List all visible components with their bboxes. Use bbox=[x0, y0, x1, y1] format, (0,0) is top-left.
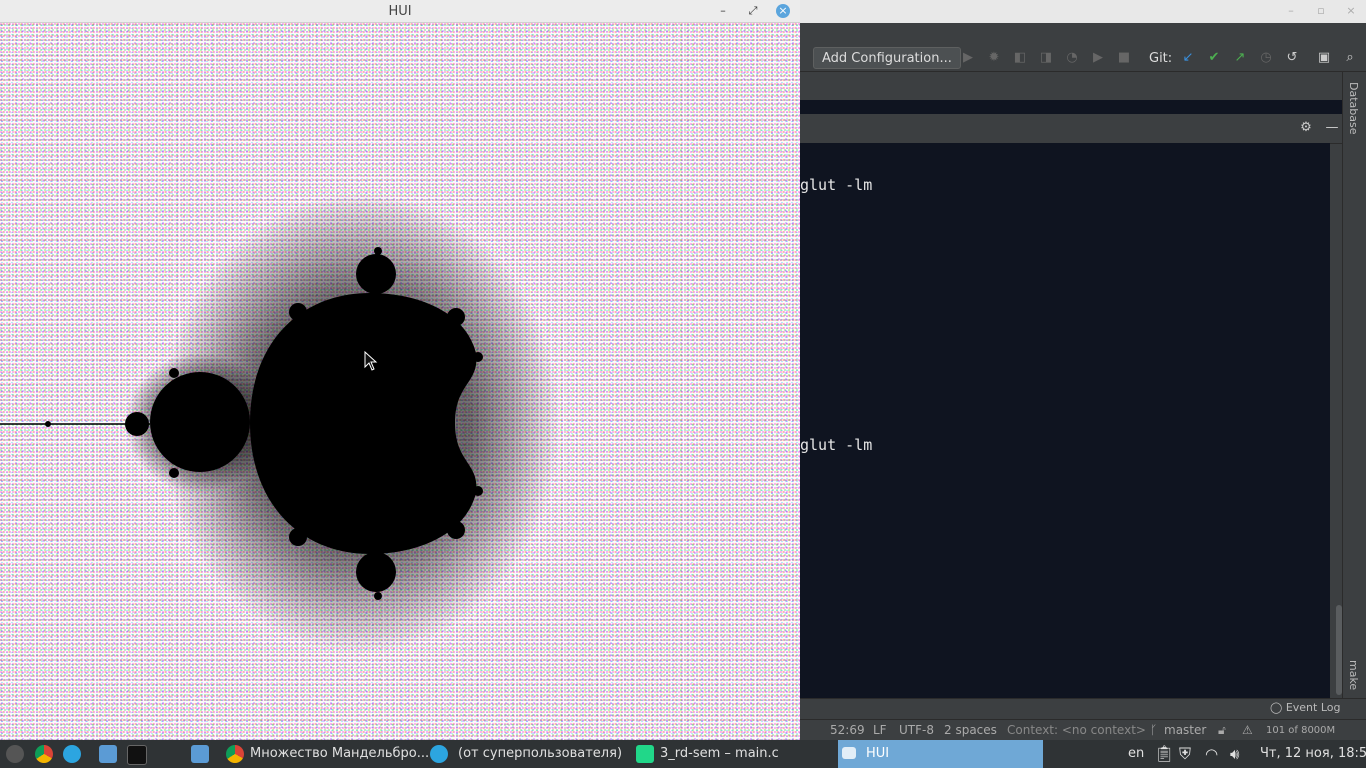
mouse-cursor-icon bbox=[364, 351, 378, 371]
status-bar: 52:69 LF UTF-8 2 spaces Context: <no con… bbox=[800, 719, 1366, 741]
shield-icon[interactable]: ⛨ bbox=[1179, 740, 1191, 768]
git-branch-icon: ᚴ bbox=[1150, 723, 1158, 737]
profile-icon[interactable]: ◨ bbox=[1038, 50, 1054, 66]
event-log-button[interactable]: ◯ Event Log bbox=[1270, 701, 1340, 714]
task-telegram[interactable]: (от суперпользователя) bbox=[428, 740, 628, 768]
taskbar: Множество Мандельбро... (от суперпользов… bbox=[0, 740, 1366, 768]
resume-icon[interactable]: ▶ bbox=[1090, 50, 1106, 66]
folder-icon[interactable] bbox=[99, 745, 117, 763]
run-icon[interactable]: ▶ bbox=[960, 50, 976, 66]
git-commit-icon[interactable]: ✔ bbox=[1206, 50, 1222, 66]
layout-icon[interactable]: ▣ bbox=[1316, 50, 1332, 66]
hui-title-bar[interactable]: HUI – ⤢ × bbox=[0, 0, 800, 23]
window-icon bbox=[842, 747, 856, 759]
context-indicator[interactable]: Context: <no context> bbox=[1007, 720, 1146, 741]
event-log-label: Event Log bbox=[1285, 701, 1341, 714]
git-update-icon[interactable]: ↙ bbox=[1180, 50, 1196, 66]
keyboard-layout[interactable]: en bbox=[1128, 740, 1144, 768]
task-hui[interactable]: HUI bbox=[838, 740, 1043, 768]
minimize-icon[interactable]: – bbox=[1284, 4, 1298, 18]
task-clion[interactable]: 3_rd-sem – main.c bbox=[634, 740, 834, 768]
chrome-icon bbox=[226, 745, 244, 763]
clipboard-icon[interactable]: 📋︎ bbox=[1154, 740, 1174, 768]
task-label: Множество Мандельбро... bbox=[250, 746, 430, 761]
task-label: 3_rd-sem – main.c bbox=[660, 746, 779, 761]
run-output: glut -lm glut -lm bbox=[800, 143, 1330, 698]
close-icon[interactable]: × bbox=[1344, 4, 1358, 18]
editor-area bbox=[800, 100, 1342, 114]
coverage-icon[interactable]: ◧ bbox=[1012, 50, 1028, 66]
ide-toolbar: Add Configuration... ▶ ✹ ◧ ◨ ◔ ▶ ■ Git: … bbox=[800, 23, 1366, 72]
line-ending[interactable]: LF bbox=[873, 720, 887, 741]
file-encoding[interactable]: UTF-8 bbox=[899, 720, 934, 741]
maximize-icon[interactable]: ▫ bbox=[1314, 4, 1328, 18]
window-title: HUI bbox=[388, 4, 412, 19]
minimize-icon[interactable]: – bbox=[716, 4, 730, 18]
rollback-icon[interactable]: ↺ bbox=[1284, 50, 1300, 66]
memory-indicator[interactable]: 101 of 8000M bbox=[1266, 720, 1335, 741]
chrome-icon[interactable] bbox=[35, 745, 53, 763]
task-label: (от суперпользователя) bbox=[458, 746, 623, 761]
right-tool-strip: Database make bbox=[1342, 72, 1366, 698]
database-panel-tab[interactable]: Database bbox=[1347, 82, 1360, 135]
history-icon[interactable]: ◷ bbox=[1258, 50, 1274, 66]
git-branch[interactable]: master bbox=[1164, 720, 1206, 741]
add-configuration-button[interactable]: Add Configuration... bbox=[813, 47, 961, 69]
telegram-icon bbox=[430, 745, 448, 763]
hui-window: HUI – ⤢ × bbox=[0, 0, 800, 740]
event-log-bar: ◯ Event Log bbox=[800, 698, 1366, 719]
terminal-icon[interactable] bbox=[127, 745, 147, 765]
editor-tabs-area bbox=[800, 72, 1342, 100]
clion-icon bbox=[636, 745, 654, 763]
run-panel-header: ⚙ — bbox=[800, 114, 1342, 144]
lock-icon[interactable]: 🔓︎ bbox=[1218, 720, 1226, 741]
inspection-icon[interactable]: ⚠ bbox=[1242, 720, 1253, 741]
maximize-icon[interactable]: ⤢ bbox=[746, 4, 760, 18]
indent-setting[interactable]: 2 spaces bbox=[944, 720, 997, 741]
volume-icon[interactable]: 🔊︎ bbox=[1230, 740, 1239, 768]
debug-icon[interactable]: ✹ bbox=[986, 50, 1002, 66]
file-manager-icon[interactable] bbox=[191, 745, 209, 763]
mandelbrot-canvas[interactable] bbox=[0, 23, 800, 740]
git-label: Git: bbox=[1149, 51, 1173, 66]
stop-icon[interactable]: ■ bbox=[1116, 50, 1132, 66]
terminal-line: glut -lm bbox=[800, 176, 873, 194]
task-chrome[interactable]: Множество Мандельбро... bbox=[222, 740, 429, 768]
terminal-line: glut -lm bbox=[800, 436, 873, 454]
mandelbrot-set bbox=[0, 193, 560, 653]
hide-panel-icon[interactable]: — bbox=[1324, 120, 1340, 136]
menu-icon[interactable] bbox=[6, 745, 24, 763]
make-panel-tab[interactable]: make bbox=[1347, 660, 1360, 690]
telegram-icon[interactable] bbox=[63, 745, 81, 763]
gear-icon[interactable]: ⚙ bbox=[1298, 120, 1314, 136]
attach-icon[interactable]: ◔ bbox=[1064, 50, 1080, 66]
clock[interactable]: Чт, 12 ноя, 18:56 bbox=[1260, 740, 1366, 768]
close-icon[interactable]: × bbox=[776, 4, 790, 18]
wifi-icon[interactable]: ◠ bbox=[1205, 740, 1218, 768]
search-icon[interactable]: ⌕ bbox=[1342, 50, 1358, 66]
task-label: HUI bbox=[866, 746, 890, 761]
caret-position[interactable]: 52:69 bbox=[830, 720, 865, 741]
git-push-icon[interactable]: ↗ bbox=[1232, 50, 1248, 66]
